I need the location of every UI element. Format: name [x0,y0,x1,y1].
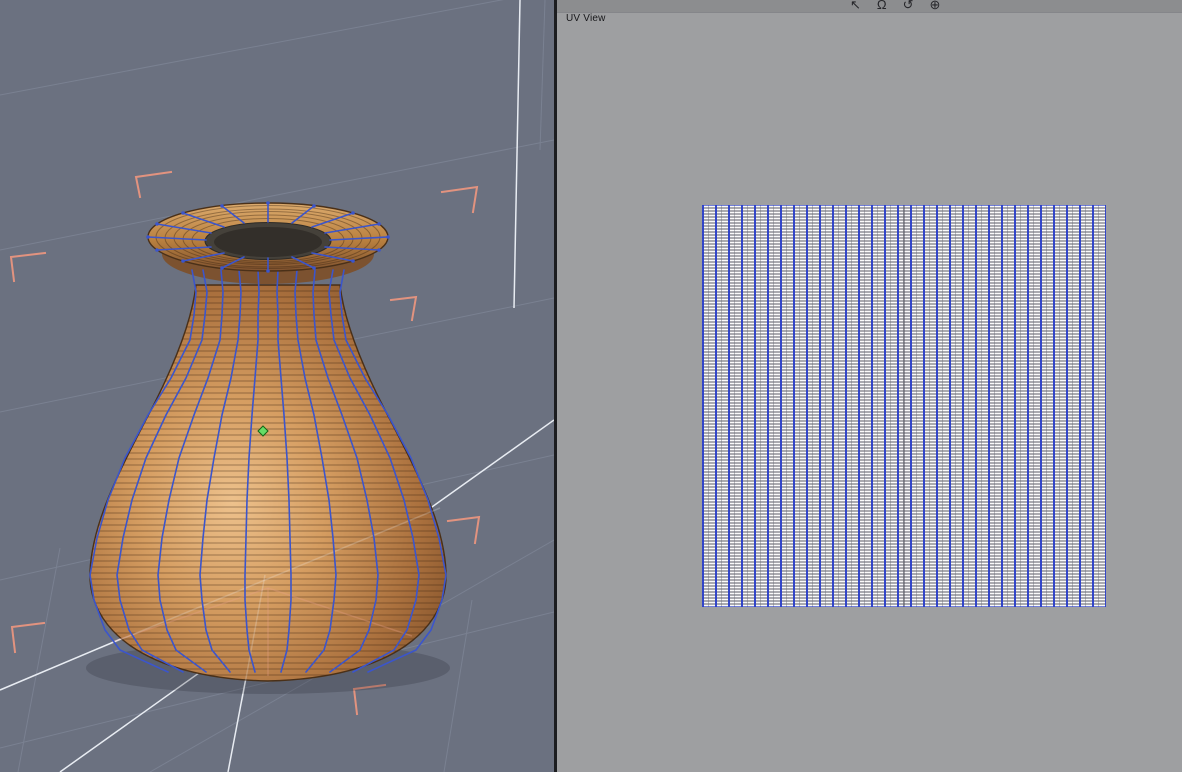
perspective-viewport[interactable] [0,0,554,772]
magnet-snap-icon[interactable]: Ω [877,0,887,12]
uv-mesh-grid[interactable] [702,205,1106,607]
vase-mesh[interactable] [86,201,450,701]
uv-toolbar: ↖ Ω ↺ ⊕ [850,0,940,12]
uv-view-label: UV View [566,13,606,24]
3d-scene [0,0,554,772]
uv-viewport[interactable]: ↖ Ω ↺ ⊕ UV View [557,0,1182,772]
rotate-view-icon[interactable]: ↺ [903,0,914,12]
uv-viewport-header: ↖ Ω ↺ ⊕ [557,0,1182,13]
settings-icon[interactable]: ⊕ [930,0,941,12]
vase-opening-inner [214,227,322,257]
pointer-tool-icon[interactable]: ↖ [850,0,861,12]
app-window: ↖ Ω ↺ ⊕ UV View [0,0,1182,772]
